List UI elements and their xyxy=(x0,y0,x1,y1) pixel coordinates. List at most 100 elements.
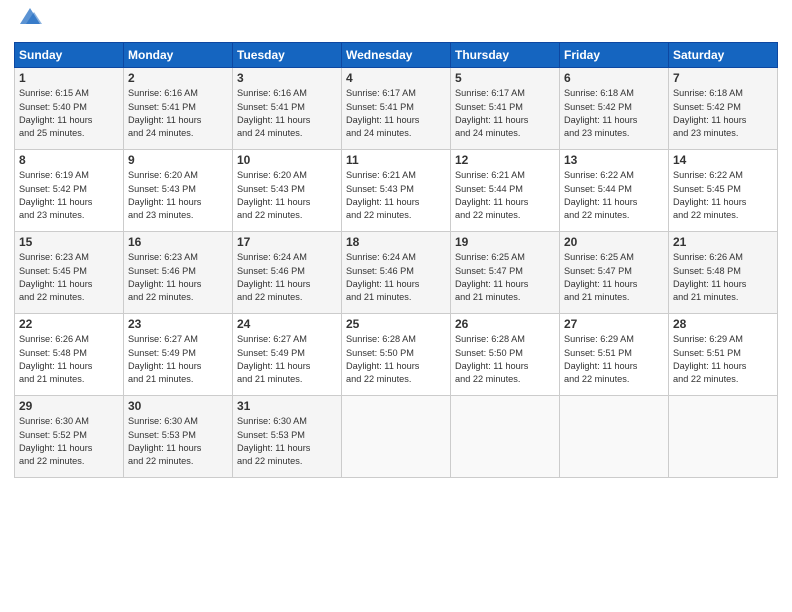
day-number: 12 xyxy=(455,153,555,167)
day-number: 10 xyxy=(237,153,337,167)
calendar-cell: 1Sunrise: 6:15 AM Sunset: 5:40 PM Daylig… xyxy=(15,68,124,150)
day-info: Sunrise: 6:30 AM Sunset: 5:52 PM Dayligh… xyxy=(19,415,119,468)
day-number: 31 xyxy=(237,399,337,413)
calendar-cell: 27 Sunrise: 6:29 AM Sunset: 5:51 PM Dayli… xyxy=(560,314,669,396)
day-info: Sunrise: 6:30 AM Sunset: 5:53 PM Dayligh… xyxy=(237,415,337,468)
calendar-cell: 28 Sunrise: 6:29 AM Sunset: 5:51 PM Dayli… xyxy=(669,314,778,396)
calendar-cell: 5 Sunrise: 6:17 AM Sunset: 5:41 PM Daylig… xyxy=(451,68,560,150)
col-header-monday: Monday xyxy=(124,43,233,68)
calendar-cell: 26Sunrise: 6:28 AM Sunset: 5:50 PM Dayli… xyxy=(451,314,560,396)
day-info: Sunrise: 6:18 AM Sunset: 5:42 PM Dayligh… xyxy=(673,87,773,140)
calendar-cell: 25 Sunrise: 6:28 AM Sunset: 5:50 PM Dayli… xyxy=(342,314,451,396)
day-number: 7 xyxy=(673,71,773,85)
calendar-cell xyxy=(669,396,778,478)
calendar-cell: 23 Sunrise: 6:27 AM Sunset: 5:49 PM Dayli… xyxy=(124,314,233,396)
calendar-cell: 31 Sunrise: 6:30 AM Sunset: 5:53 PM Dayli… xyxy=(233,396,342,478)
calendar-cell xyxy=(342,396,451,478)
day-info: Sunrise: 6:19 AM Sunset: 5:42 PM Dayligh… xyxy=(19,169,119,222)
day-number: 2 xyxy=(128,71,228,85)
day-info: Sunrise: 6:25 AM Sunset: 5:47 PM Dayligh… xyxy=(455,251,555,304)
day-number: 28 xyxy=(673,317,773,331)
day-info: Sunrise: 6:16 AM Sunset: 5:41 PM Dayligh… xyxy=(128,87,228,140)
calendar-cell xyxy=(451,396,560,478)
col-header-saturday: Saturday xyxy=(669,43,778,68)
day-info: Sunrise: 6:15 AM Sunset: 5:40 PM Dayligh… xyxy=(19,87,119,140)
day-info: Sunrise: 6:17 AM Sunset: 5:41 PM Dayligh… xyxy=(455,87,555,140)
day-number: 23 xyxy=(128,317,228,331)
calendar-cell xyxy=(560,396,669,478)
day-info: Sunrise: 6:20 AM Sunset: 5:43 PM Dayligh… xyxy=(128,169,228,222)
calendar-cell: 13Sunrise: 6:22 AM Sunset: 5:44 PM Dayli… xyxy=(560,150,669,232)
col-header-wednesday: Wednesday xyxy=(342,43,451,68)
calendar-cell: 29 Sunrise: 6:30 AM Sunset: 5:52 PM Dayli… xyxy=(15,396,124,478)
main-container: SundayMondayTuesdayWednesdayThursdayFrid… xyxy=(0,0,792,484)
col-header-sunday: Sunday xyxy=(15,43,124,68)
calendar-cell: 9Sunrise: 6:20 AM Sunset: 5:43 PM Daylig… xyxy=(124,150,233,232)
calendar-week-5: 29 Sunrise: 6:30 AM Sunset: 5:52 PM Dayli… xyxy=(15,396,778,478)
day-info: Sunrise: 6:24 AM Sunset: 5:46 PM Dayligh… xyxy=(237,251,337,304)
calendar-cell: 2 Sunrise: 6:16 AM Sunset: 5:41 PM Daylig… xyxy=(124,68,233,150)
day-info: Sunrise: 6:20 AM Sunset: 5:43 PM Dayligh… xyxy=(237,169,337,222)
day-number: 13 xyxy=(564,153,664,167)
day-info: Sunrise: 6:18 AM Sunset: 5:42 PM Dayligh… xyxy=(564,87,664,140)
day-info: Sunrise: 6:27 AM Sunset: 5:49 PM Dayligh… xyxy=(128,333,228,386)
calendar-week-1: 1Sunrise: 6:15 AM Sunset: 5:40 PM Daylig… xyxy=(15,68,778,150)
day-info: Sunrise: 6:26 AM Sunset: 5:48 PM Dayligh… xyxy=(19,333,119,386)
day-number: 25 xyxy=(346,317,446,331)
col-header-friday: Friday xyxy=(560,43,669,68)
day-info: Sunrise: 6:21 AM Sunset: 5:43 PM Dayligh… xyxy=(346,169,446,222)
day-info: Sunrise: 6:26 AM Sunset: 5:48 PM Dayligh… xyxy=(673,251,773,304)
calendar-cell: 21 Sunrise: 6:26 AM Sunset: 5:48 PM Dayli… xyxy=(669,232,778,314)
calendar-week-4: 22Sunrise: 6:26 AM Sunset: 5:48 PM Dayli… xyxy=(15,314,778,396)
day-number: 16 xyxy=(128,235,228,249)
calendar-cell: 19Sunrise: 6:25 AM Sunset: 5:47 PM Dayli… xyxy=(451,232,560,314)
day-info: Sunrise: 6:29 AM Sunset: 5:51 PM Dayligh… xyxy=(673,333,773,386)
calendar-cell: 24 Sunrise: 6:27 AM Sunset: 5:49 PM Dayli… xyxy=(233,314,342,396)
day-number: 11 xyxy=(346,153,446,167)
col-header-thursday: Thursday xyxy=(451,43,560,68)
day-info: Sunrise: 6:21 AM Sunset: 5:44 PM Dayligh… xyxy=(455,169,555,222)
day-info: Sunrise: 6:23 AM Sunset: 5:46 PM Dayligh… xyxy=(128,251,228,304)
day-info: Sunrise: 6:30 AM Sunset: 5:53 PM Dayligh… xyxy=(128,415,228,468)
day-info: Sunrise: 6:28 AM Sunset: 5:50 PM Dayligh… xyxy=(346,333,446,386)
calendar-cell: 17 Sunrise: 6:24 AM Sunset: 5:46 PM Dayli… xyxy=(233,232,342,314)
calendar-cell: 14Sunrise: 6:22 AM Sunset: 5:45 PM Dayli… xyxy=(669,150,778,232)
calendar-cell: 22Sunrise: 6:26 AM Sunset: 5:48 PM Dayli… xyxy=(15,314,124,396)
logo-icon xyxy=(16,6,44,28)
calendar-cell: 6Sunrise: 6:18 AM Sunset: 5:42 PM Daylig… xyxy=(560,68,669,150)
calendar-week-3: 15Sunrise: 6:23 AM Sunset: 5:45 PM Dayli… xyxy=(15,232,778,314)
day-info: Sunrise: 6:23 AM Sunset: 5:45 PM Dayligh… xyxy=(19,251,119,304)
day-info: Sunrise: 6:27 AM Sunset: 5:49 PM Dayligh… xyxy=(237,333,337,386)
calendar-cell: 15Sunrise: 6:23 AM Sunset: 5:45 PM Dayli… xyxy=(15,232,124,314)
day-number: 29 xyxy=(19,399,119,413)
col-header-tuesday: Tuesday xyxy=(233,43,342,68)
logo xyxy=(14,10,44,34)
day-number: 3 xyxy=(237,71,337,85)
day-number: 5 xyxy=(455,71,555,85)
day-number: 24 xyxy=(237,317,337,331)
day-info: Sunrise: 6:16 AM Sunset: 5:41 PM Dayligh… xyxy=(237,87,337,140)
calendar-cell: 12 Sunrise: 6:21 AM Sunset: 5:44 PM Dayli… xyxy=(451,150,560,232)
day-info: Sunrise: 6:17 AM Sunset: 5:41 PM Dayligh… xyxy=(346,87,446,140)
day-number: 26 xyxy=(455,317,555,331)
header xyxy=(14,10,778,34)
calendar-cell: 20Sunrise: 6:25 AM Sunset: 5:47 PM Dayli… xyxy=(560,232,669,314)
calendar-header-row: SundayMondayTuesdayWednesdayThursdayFrid… xyxy=(15,43,778,68)
day-number: 21 xyxy=(673,235,773,249)
calendar-week-2: 8 Sunrise: 6:19 AM Sunset: 5:42 PM Daylig… xyxy=(15,150,778,232)
day-number: 18 xyxy=(346,235,446,249)
calendar-cell: 18Sunrise: 6:24 AM Sunset: 5:46 PM Dayli… xyxy=(342,232,451,314)
calendar-cell: 16 Sunrise: 6:23 AM Sunset: 5:46 PM Dayli… xyxy=(124,232,233,314)
day-number: 27 xyxy=(564,317,664,331)
calendar-cell: 3 Sunrise: 6:16 AM Sunset: 5:41 PM Daylig… xyxy=(233,68,342,150)
day-number: 8 xyxy=(19,153,119,167)
day-number: 4 xyxy=(346,71,446,85)
calendar-cell: 11 Sunrise: 6:21 AM Sunset: 5:43 PM Dayli… xyxy=(342,150,451,232)
day-number: 30 xyxy=(128,399,228,413)
day-number: 14 xyxy=(673,153,773,167)
calendar-table: SundayMondayTuesdayWednesdayThursdayFrid… xyxy=(14,42,778,478)
day-info: Sunrise: 6:29 AM Sunset: 5:51 PM Dayligh… xyxy=(564,333,664,386)
day-number: 20 xyxy=(564,235,664,249)
day-number: 17 xyxy=(237,235,337,249)
calendar-cell: 7 Sunrise: 6:18 AM Sunset: 5:42 PM Daylig… xyxy=(669,68,778,150)
